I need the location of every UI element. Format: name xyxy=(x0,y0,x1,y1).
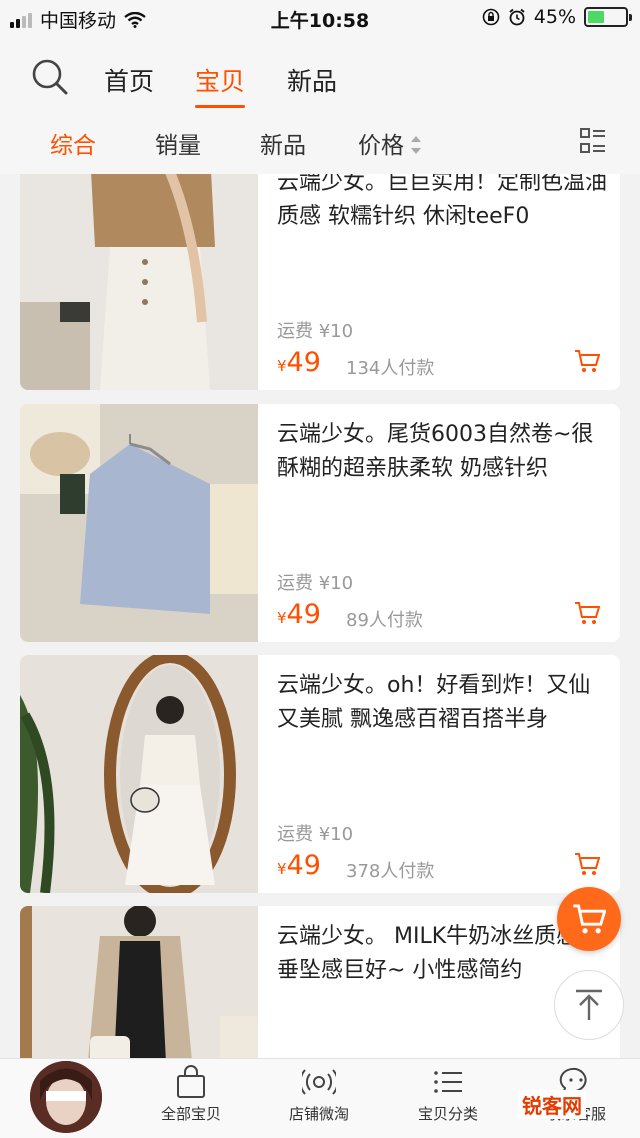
product-image xyxy=(20,655,258,893)
product-list: 云端少女。巨巨实用！定制色温油质感 软糯针织 休闲teeF0 运费 ¥10 ¥4… xyxy=(0,174,640,1058)
tab-all-products[interactable]: 全部宝贝 xyxy=(136,1065,246,1124)
search-icon[interactable] xyxy=(31,58,69,96)
shopping-bag-icon xyxy=(177,1065,205,1098)
tab-new-arrivals[interactable]: 新品 xyxy=(287,62,337,98)
tab-categories[interactable]: 宝贝分类 xyxy=(393,1065,503,1124)
sort-arrows-icon xyxy=(410,135,422,154)
sales-count: 378人付款 xyxy=(346,861,435,882)
shipping-fee: 运费 ¥10 xyxy=(277,321,354,342)
add-to-cart-icon[interactable] xyxy=(574,348,600,374)
product-image xyxy=(20,174,258,390)
list-view-icon[interactable] xyxy=(580,128,606,154)
sort-bar: 综合 销量 新品 价格 xyxy=(0,116,640,174)
top-nav: 首页 宝贝 新品 xyxy=(0,36,640,116)
product-title: 云端少女。尾货6003自然卷~很酥糊的超亲肤柔软 奶感针织 xyxy=(277,422,594,481)
tab-products[interactable]: 宝贝 xyxy=(195,62,246,108)
tab-home[interactable]: 首页 xyxy=(104,62,154,98)
broadcast-icon xyxy=(302,1069,336,1095)
product-title: 云端少女。oh！好看到炸！又仙又美腻 飘逸感百褶百搭半身 xyxy=(277,673,591,732)
sales-count: 134人付款 xyxy=(346,358,435,379)
shipping-fee: 运费 ¥10 xyxy=(277,824,354,845)
shop-avatar[interactable] xyxy=(30,1061,102,1133)
product-image xyxy=(20,906,258,1058)
product-title: 云端少女。巨巨实用！定制色温油质感 软糯针织 休闲teeF0 xyxy=(277,174,607,229)
product-price: ¥49 xyxy=(277,850,321,881)
cart-icon xyxy=(573,904,606,934)
product-card[interactable]: 云端少女。oh！好看到炸！又仙又美腻 飘逸感百褶百搭半身 运费 ¥10 ¥49 … xyxy=(20,655,620,893)
floating-cart-button[interactable] xyxy=(557,887,621,951)
orientation-lock-icon xyxy=(482,8,500,26)
add-to-cart-icon[interactable] xyxy=(574,851,600,877)
battery-percent: 45% xyxy=(533,6,576,28)
sales-count: 89人付款 xyxy=(346,610,423,631)
add-to-cart-icon[interactable] xyxy=(574,600,600,626)
sort-new[interactable]: 新品 xyxy=(260,126,306,160)
product-card[interactable]: 云端少女。尾货6003自然卷~很酥糊的超亲肤柔软 奶感针织 运费 ¥10 ¥49… xyxy=(20,404,620,642)
sort-comprehensive[interactable]: 综合 xyxy=(50,126,96,160)
shipping-fee: 运费 ¥10 xyxy=(277,573,354,594)
sort-price[interactable]: 价格 xyxy=(358,126,422,160)
product-price: ¥49 xyxy=(277,599,321,630)
product-card[interactable]: 云端少女。巨巨实用！定制色温油质感 软糯针织 休闲teeF0 运费 ¥10 ¥4… xyxy=(20,174,620,390)
product-title: 云端少女。 MILK牛奶冰丝质感！垂坠感巨好~ 小性感简约 xyxy=(277,924,601,983)
product-price: ¥49 xyxy=(277,347,321,378)
active-tab-underline xyxy=(195,105,246,108)
alarm-icon xyxy=(509,8,525,26)
tab-shop-feed[interactable]: 店铺微淘 xyxy=(264,1065,374,1124)
battery-icon xyxy=(584,7,632,27)
sort-sales[interactable]: 销量 xyxy=(155,126,201,160)
menu-list-icon xyxy=(434,1071,462,1093)
watermark-logo: 锐客网 xyxy=(518,1090,586,1119)
arrow-up-icon xyxy=(576,989,602,1020)
back-to-top-button[interactable] xyxy=(554,970,624,1040)
product-card[interactable]: 云端少女。 MILK牛奶冰丝质感！垂坠感巨好~ 小性感简约 xyxy=(20,906,620,1058)
status-right: 45% xyxy=(482,6,632,28)
status-bar: 中国移动 上午10:58 45% xyxy=(0,0,640,36)
product-image xyxy=(20,404,258,642)
